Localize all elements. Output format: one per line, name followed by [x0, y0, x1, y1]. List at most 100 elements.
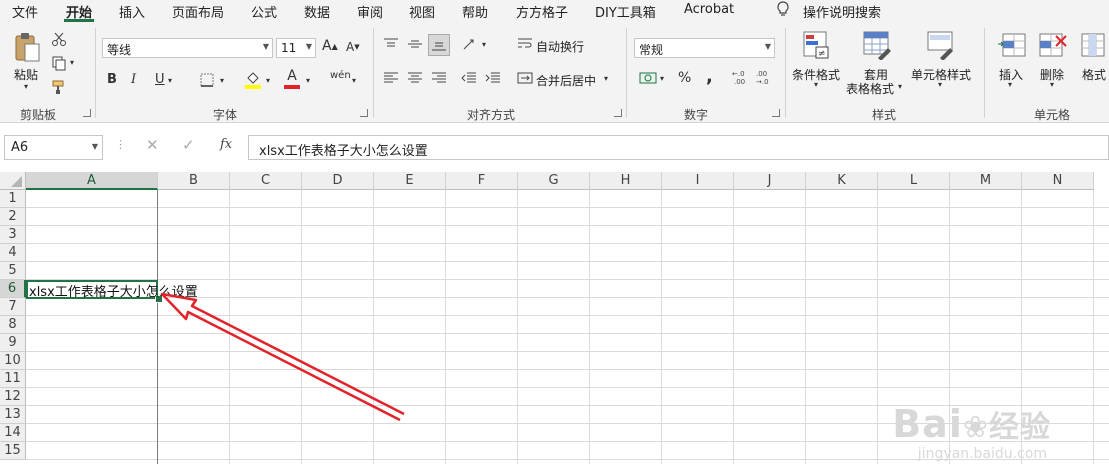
insert-function-button[interactable]: fx: [220, 137, 232, 152]
font-family-select[interactable]: 等线 ▼: [102, 38, 273, 58]
phonetic-icon[interactable]: wén: [330, 70, 351, 81]
alignment-launcher-icon[interactable]: [614, 109, 622, 117]
align-center-icon[interactable]: [406, 70, 424, 86]
chevron-down-icon: ▼: [262, 42, 269, 51]
font-color-icon[interactable]: A: [284, 68, 300, 90]
menu-data[interactable]: 数据: [304, 2, 330, 21]
menu-bar: 文件 开始 插入 页面布局 公式 数据 审阅 视图 帮助 方方格子 DIY工具箱…: [0, 0, 1109, 22]
comma-button[interactable]: ,: [706, 66, 713, 87]
paste-label[interactable]: 粘贴: [14, 66, 38, 83]
svg-text:.00: .00: [756, 70, 767, 78]
orientation-icon[interactable]: [460, 36, 478, 52]
format-painter-icon[interactable]: [50, 78, 68, 96]
menu-insert[interactable]: 插入: [119, 2, 145, 21]
decrease-decimal-icon[interactable]: .00 →.0: [756, 68, 774, 86]
svg-text:←.0: ←.0: [732, 70, 745, 78]
svg-text:≠: ≠: [818, 49, 826, 59]
insert-dropdown-icon[interactable]: ▾: [1008, 80, 1012, 89]
phonetic-dropdown-icon[interactable]: ▾: [352, 76, 356, 85]
separator: [984, 28, 985, 118]
copy-dropdown-icon[interactable]: ▾: [70, 58, 74, 67]
clipboard-launcher-icon[interactable]: [83, 109, 91, 117]
delete-cells-icon[interactable]: [1038, 30, 1068, 60]
separator: [373, 28, 374, 118]
italic-button[interactable]: I: [131, 72, 136, 87]
chevron-down-icon: ▼: [764, 42, 771, 51]
align-right-icon[interactable]: [430, 70, 448, 86]
cancel-icon[interactable]: ✕: [146, 136, 159, 154]
clipboard-group-label: 剪贴板: [20, 108, 57, 122]
menu-acrobat[interactable]: Acrobat: [684, 2, 734, 17]
number-format-select[interactable]: 常规 ▼: [634, 38, 775, 58]
alignment-group-label: 对齐方式: [467, 108, 516, 122]
format-cells-icon[interactable]: [1080, 30, 1109, 60]
format-cells-label[interactable]: 格式: [1082, 66, 1106, 83]
svg-text:.00: .00: [734, 78, 745, 86]
styles-group-label: 样式: [872, 108, 897, 122]
cell-styles-icon[interactable]: [926, 30, 956, 60]
bold-button[interactable]: B: [107, 72, 117, 87]
conditional-dropdown-icon[interactable]: ▾: [814, 80, 818, 89]
underline-button[interactable]: U: [155, 72, 165, 87]
insert-cells-icon[interactable]: [997, 30, 1027, 60]
cell-styles-dropdown-icon[interactable]: ▾: [938, 80, 942, 89]
align-middle-icon[interactable]: [406, 36, 424, 52]
name-box[interactable]: A6 ▼: [4, 135, 103, 160]
cut-icon[interactable]: [50, 30, 68, 48]
fill-color-icon[interactable]: [244, 69, 262, 89]
confirm-icon[interactable]: ✓: [182, 136, 195, 154]
border-icon[interactable]: [198, 71, 216, 89]
tell-me-search[interactable]: 操作说明搜索: [803, 2, 881, 21]
number-group-label: 数字: [684, 108, 709, 122]
align-left-icon[interactable]: [382, 70, 400, 86]
merge-center-label[interactable]: 合并后居中: [536, 72, 596, 89]
cells-group-label: 单元格: [1034, 108, 1071, 122]
copy-icon[interactable]: [50, 54, 68, 72]
paste-icon[interactable]: [12, 30, 42, 64]
shrink-font-icon[interactable]: A ▼: [346, 40, 360, 54]
decrease-indent-icon[interactable]: [460, 70, 478, 86]
conditional-format-icon[interactable]: ≠: [802, 30, 830, 60]
wrap-text-label[interactable]: 自动换行: [536, 38, 584, 55]
underline-dropdown-icon[interactable]: ▾: [168, 76, 172, 85]
merge-center-icon[interactable]: [516, 70, 534, 86]
percent-button[interactable]: %: [678, 70, 691, 86]
align-bottom-icon[interactable]: [428, 34, 450, 56]
font-size-select[interactable]: 11 ▼: [276, 38, 316, 58]
grow-font-icon[interactable]: A ▲: [322, 38, 338, 54]
baidu-logo-text: Bai: [892, 402, 963, 446]
currency-icon[interactable]: [638, 70, 658, 86]
menu-diy-toolbox[interactable]: DIY工具箱: [595, 2, 656, 21]
menu-view[interactable]: 视图: [409, 2, 435, 21]
formula-bar: A6 ▼ ⋮ ✕ ✓ fx xlsx工作表格子大小怎么设置: [0, 128, 1109, 166]
align-top-icon[interactable]: [382, 36, 400, 52]
paste-dropdown-icon[interactable]: ▾: [24, 82, 28, 91]
menu-page-layout[interactable]: 页面布局: [172, 2, 224, 21]
separator: [785, 28, 786, 118]
menu-fangfang[interactable]: 方方格子: [516, 2, 568, 21]
format-as-table-icon[interactable]: [862, 30, 892, 60]
increase-indent-icon[interactable]: [484, 70, 502, 86]
font-launcher-icon[interactable]: [360, 109, 368, 117]
wrap-text-icon[interactable]: [516, 36, 534, 52]
font-color-dropdown-icon[interactable]: ▾: [306, 76, 310, 85]
fill-color-dropdown-icon[interactable]: ▾: [266, 76, 270, 85]
ribbon: 粘贴 ▾ ▾ 剪贴板 等线 ▼ 11 ▼ A ▲ A ▼ B I U ▾ ▾ ▾ A ▾…: [0, 22, 1109, 123]
worksheet-grid: ABCDEFGHIJKLMN 1 2 3 4 5 6 7 8 9 10 11 12 13 14 15 xls…: [0, 172, 1109, 464]
border-dropdown-icon[interactable]: ▾: [220, 76, 224, 85]
increase-decimal-icon[interactable]: ←.0.00: [732, 68, 750, 86]
delete-dropdown-icon[interactable]: ▾: [1050, 80, 1054, 89]
format-as-table-label-2[interactable]: 表格格式: [846, 80, 894, 97]
format-as-table-dropdown-icon[interactable]: ▾: [898, 82, 902, 91]
baidu-watermark: Bai❀经验: [892, 402, 1051, 446]
number-launcher-icon[interactable]: [772, 109, 780, 117]
orientation-dropdown-icon[interactable]: ▾: [482, 40, 486, 49]
currency-dropdown-icon[interactable]: ▾: [660, 74, 664, 83]
menu-formulas[interactable]: 公式: [251, 2, 277, 21]
menu-file[interactable]: 文件: [12, 2, 38, 21]
chevron-down-icon: ▼: [91, 142, 98, 151]
merge-dropdown-icon[interactable]: ▾: [604, 74, 608, 83]
menu-review[interactable]: 审阅: [357, 2, 383, 21]
menu-help[interactable]: 帮助: [462, 2, 488, 21]
formula-input[interactable]: xlsx工作表格子大小怎么设置: [248, 135, 1109, 160]
